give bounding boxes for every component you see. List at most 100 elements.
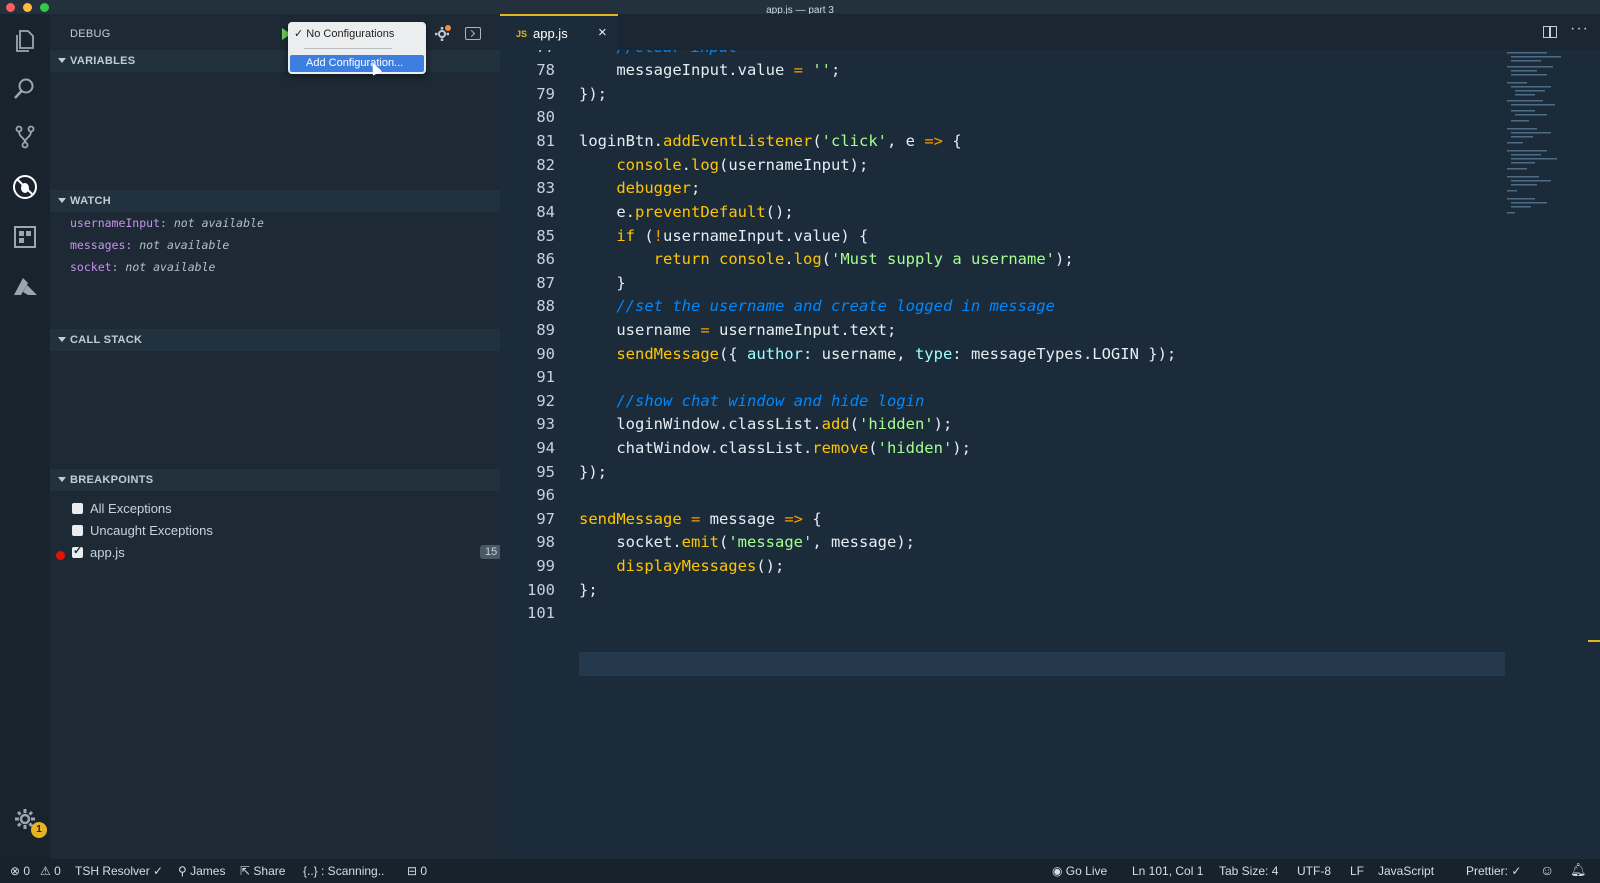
current-line-highlight xyxy=(579,652,1505,676)
cursor-position[interactable]: Ln 101, Col 1 xyxy=(1132,864,1203,878)
file-encoding[interactable]: UTF-8 xyxy=(1297,864,1331,878)
dropdown-separator xyxy=(304,48,392,49)
watch-value: not available xyxy=(173,216,264,230)
code-line: 90 sendMessage({ author: username, type:… xyxy=(536,345,1177,363)
close-tab-icon[interactable]: × xyxy=(598,24,607,41)
notifications-bell-icon[interactable]: 🔔︎ xyxy=(1570,862,1587,878)
breakpoint-label: Uncaught Exceptions xyxy=(90,523,213,538)
maximize-window-button[interactable] xyxy=(40,3,49,12)
checkbox-checked[interactable] xyxy=(72,544,83,558)
warnings-count[interactable]: ⚠ 0 xyxy=(40,864,61,878)
call-stack-label: CALL STACK xyxy=(70,334,143,346)
watch-item[interactable]: usernameInput: not available xyxy=(70,216,264,230)
breakpoint-uncaught-exceptions[interactable]: Uncaught Exceptions xyxy=(72,522,492,540)
watch-item[interactable]: socket: not available xyxy=(70,260,215,274)
search-icon[interactable] xyxy=(10,74,40,104)
breakpoints-section-header[interactable]: BREAKPOINTS xyxy=(50,469,500,491)
watch-value: not available xyxy=(125,260,216,274)
checkbox[interactable] xyxy=(72,525,83,536)
debug-title: DEBUG xyxy=(70,28,111,40)
explorer-icon[interactable] xyxy=(10,26,40,56)
chevron-down-icon xyxy=(58,198,66,203)
watch-section-header[interactable]: WATCH xyxy=(50,190,500,212)
minimize-window-button[interactable] xyxy=(23,3,32,12)
go-live-button[interactable]: ◉ Go Live xyxy=(1052,864,1107,878)
more-actions-icon[interactable]: ··· xyxy=(1570,20,1589,38)
debug-header: DEBUG xyxy=(50,22,500,46)
breakpoint-dot-icon xyxy=(56,551,65,560)
editor-area: JS app.js × ··· 77 //clear input 78 mess… xyxy=(500,14,1600,859)
prettier-status[interactable]: Prettier: ✓ xyxy=(1466,864,1521,878)
watch-value: not available xyxy=(139,238,230,252)
breakpoint-label: All Exceptions xyxy=(90,501,172,516)
live-share-user[interactable]: ⚲ James xyxy=(178,864,225,878)
code-line: 88 //set the username and create logged … xyxy=(536,297,1055,315)
dropdown-option-add-configuration[interactable]: Add Configuration... xyxy=(290,55,424,72)
checkbox[interactable] xyxy=(72,503,83,514)
breakpoint-line-badge: 15 xyxy=(480,545,503,559)
share-button[interactable]: ⇱ Share xyxy=(240,864,285,878)
variables-section-header[interactable]: VARIABLES xyxy=(50,50,500,72)
settings-update-badge: 1 xyxy=(31,822,47,838)
code-line: 79}); xyxy=(536,85,607,103)
references-count[interactable]: ⊟ 0 xyxy=(407,864,427,878)
code-line: 93 loginWindow.classList.add('hidden'); xyxy=(536,415,953,433)
activity-bar: 1 xyxy=(0,14,50,859)
scanning-status[interactable]: {..} : Scanning.. xyxy=(303,864,384,878)
code-line: 98 socket.emit('message', message); xyxy=(536,533,915,551)
scroll-position-marker xyxy=(1588,640,1600,642)
dropdown-option-no-configurations[interactable]: ✓ No Configurations xyxy=(294,27,394,40)
source-control-icon[interactable] xyxy=(10,122,40,152)
close-window-button[interactable] xyxy=(6,3,15,12)
debug-icon[interactable] xyxy=(10,172,40,202)
debug-sidebar: DEBUG VARIABLES WATCH usernameInput: not… xyxy=(50,14,503,859)
breakpoint-all-exceptions[interactable]: All Exceptions xyxy=(72,500,492,518)
code-line: 86 return console.log('Must supply a use… xyxy=(536,250,1074,268)
watch-expression: messages: xyxy=(70,238,133,252)
manage-gear-icon[interactable]: 1 xyxy=(10,804,47,838)
debug-console-icon[interactable] xyxy=(465,27,481,40)
watch-expression: usernameInput: xyxy=(70,216,167,230)
debug-settings-gear-icon[interactable] xyxy=(434,24,452,42)
code-line: 92 //show chat window and hide login xyxy=(536,392,925,410)
code-line: 83 debugger; xyxy=(536,179,701,197)
extensions-icon[interactable] xyxy=(10,222,40,252)
code-line: 91 xyxy=(536,368,555,386)
code-line: 84 e.preventDefault(); xyxy=(536,203,794,221)
watch-expression: socket: xyxy=(70,260,119,274)
editor-tab-bar: JS app.js × ··· xyxy=(500,14,1600,50)
tab-size[interactable]: Tab Size: 4 xyxy=(1219,864,1278,878)
breakpoint-app-js[interactable]: app.js 15 xyxy=(72,544,503,562)
tsh-resolver-status[interactable]: TSH Resolver ✓ xyxy=(75,864,163,878)
call-stack-section-header[interactable]: CALL STACK xyxy=(50,329,500,351)
chevron-down-icon xyxy=(58,58,66,63)
code-line: 89 username = usernameInput.text; xyxy=(536,321,897,339)
code-line: 96 xyxy=(536,486,555,504)
title-bar: app.js — part 3 xyxy=(0,0,1600,16)
watch-item[interactable]: messages: not available xyxy=(70,238,229,252)
code-line: 97 sendMessage = message => { xyxy=(536,510,822,528)
js-file-icon: JS xyxy=(516,29,528,39)
code-line: 81 loginBtn.addEventListener('click', e =… xyxy=(536,132,962,150)
code-line: 80 xyxy=(536,108,555,126)
breakpoint-label: app.js xyxy=(90,545,125,560)
code-view[interactable]: 77 //clear input 78 messageInput.value =… xyxy=(500,50,1600,859)
variables-label: VARIABLES xyxy=(70,55,136,67)
tab-app-js[interactable]: JS app.js × xyxy=(500,14,618,50)
split-editor-icon[interactable] xyxy=(1543,26,1557,38)
watch-label: WATCH xyxy=(70,195,112,207)
status-bar: ⊗ 0 ⚠ 0 TSH Resolver ✓ ⚲ James ⇱ Share {… xyxy=(0,859,1600,883)
minimap[interactable] xyxy=(1505,50,1575,230)
debug-configuration-dropdown[interactable]: ✓ No Configurations Add Configuration... xyxy=(288,22,426,74)
azure-icon[interactable] xyxy=(10,272,40,302)
language-mode[interactable]: JavaScript xyxy=(1378,864,1434,878)
line-ending[interactable]: LF xyxy=(1350,864,1364,878)
errors-count[interactable]: ⊗ 0 xyxy=(10,864,30,878)
feedback-smiley-icon[interactable]: ☺ xyxy=(1540,862,1554,878)
code-line: 99 displayMessages(); xyxy=(536,557,785,575)
code-line-current: 101 xyxy=(527,604,555,622)
code-line: 95}); xyxy=(536,463,607,481)
code-line: 85 if (!usernameInput.value) { xyxy=(536,227,869,245)
code-line: 78 messageInput.value = ''; xyxy=(536,61,841,79)
code-line: 87 } xyxy=(536,274,626,292)
